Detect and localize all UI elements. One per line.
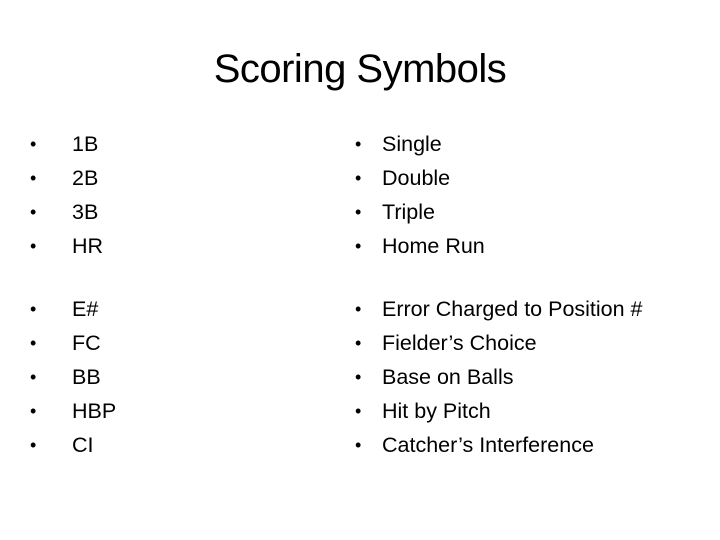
bullet-icon: • [30, 367, 37, 387]
abbreviation: BB [72, 365, 101, 389]
bullet-icon: • [355, 299, 362, 319]
bullet-icon: • [30, 435, 37, 455]
bullet-icon: • [30, 134, 37, 154]
abbreviation: E# [72, 297, 99, 321]
bullet-icon: • [355, 333, 362, 353]
bullet-icon: • [355, 134, 362, 154]
abbreviation: 3B [72, 200, 99, 224]
abbreviation: 2B [72, 166, 99, 190]
meaning: Fielder’s Choice [382, 331, 537, 355]
meaning: Single [382, 132, 442, 156]
bullet-icon: • [355, 168, 362, 188]
meaning: Base on Balls [382, 365, 514, 389]
bullet-icon: • [355, 435, 362, 455]
slide-title: Scoring Symbols [213, 47, 507, 91]
meaning: Catcher’s Interference [382, 433, 594, 457]
bullet-icon: • [30, 168, 37, 188]
meaning: Hit by Pitch [382, 399, 491, 423]
abbreviation: HR [72, 234, 104, 258]
bullet-icon: • [355, 202, 362, 222]
abbreviation: CI [72, 433, 94, 457]
meaning: Home Run [382, 234, 485, 258]
abbreviation: 1B [72, 132, 99, 156]
meaning: Double [382, 166, 451, 190]
bullet-icon: • [355, 367, 362, 387]
abbreviation: FC [72, 331, 101, 355]
bullet-icon: • [355, 401, 362, 421]
bullet-icon: • [30, 401, 37, 421]
meaning: Triple [382, 200, 435, 224]
bullet-icon: • [30, 333, 37, 353]
abbreviation: HBP [72, 399, 117, 423]
meaning: Error Charged to Position # [382, 297, 643, 321]
bullet-icon: • [30, 202, 37, 222]
bullet-icon: • [30, 299, 37, 319]
bullet-icon: • [30, 236, 37, 256]
bullet-icon: • [355, 236, 362, 256]
